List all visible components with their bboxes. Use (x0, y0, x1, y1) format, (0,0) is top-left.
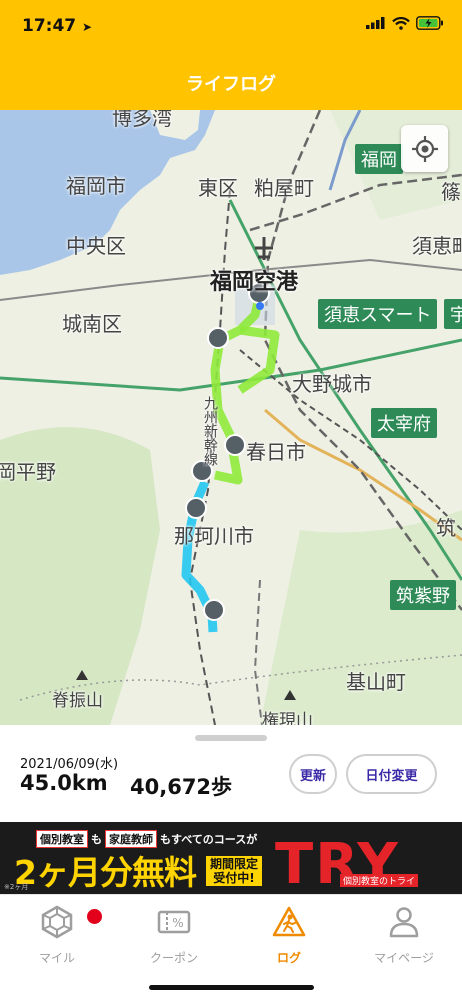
battery-charging-icon (416, 16, 443, 30)
route-marker (207, 327, 229, 349)
ad-main-text: 2ヶ月分無料 (14, 853, 197, 892)
tab-mile[interactable]: マイル (7, 905, 107, 966)
ad-footnote: ※2ヶ月 (4, 883, 29, 891)
map-label-sue: 須恵町 (412, 234, 462, 258)
log-summary-panel: 2021/06/09(水) 45.0km 40,672歩 更新 日付変更 (0, 725, 462, 822)
map-label-nakagawa: 那珂川市 (174, 524, 254, 548)
tab-coupon[interactable]: % クーポン (124, 905, 224, 966)
map-label-higashi-ku: 東区 (198, 176, 238, 200)
map-label-shinkansen: 九州新幹線 (202, 396, 218, 466)
page-title: ライフログ (186, 74, 276, 95)
map-label-chuo-ku: 中央区 (66, 234, 126, 258)
map-label-gongen: 権現山 (262, 711, 313, 725)
drag-handle[interactable] (195, 735, 267, 741)
map-label-harbor: 博多湾 (112, 110, 172, 130)
tab-label: マイル (38, 951, 75, 965)
map-label-airport: 福岡空港 (210, 270, 299, 295)
walker-icon (272, 906, 306, 937)
road-sign-fukuoka: 福岡 (355, 144, 403, 174)
person-icon (389, 907, 419, 938)
ad-limited-badge: 期間限定 受付中! (206, 856, 263, 886)
location-arrow-icon: ➤ (82, 20, 93, 34)
tab-label: クーポン (149, 951, 198, 965)
ad-headline-rest: もすべてのコースが (160, 833, 258, 846)
status-time: 17:47 ➤ (22, 16, 92, 36)
coupon-icon: % (157, 910, 191, 934)
road-sign-sue-smart: 須恵スマート (318, 299, 438, 329)
svg-text:%: % (172, 916, 183, 930)
ad-brand-caption: 個別教室のトライ (340, 874, 419, 887)
app-header: 17:47 ➤ ライフログ (0, 0, 462, 110)
map-label-fukuoka-city: 福岡市 (66, 174, 126, 198)
map-label-kasuya: 粕屋町 (254, 176, 314, 200)
tab-label: ログ (276, 951, 301, 965)
hexagon-icon (41, 905, 73, 939)
map-label-kasuga: 春日市 (246, 440, 306, 464)
ad-banner[interactable]: 個別教室 も 家庭教師 もすべてのコースが 2ヶ月分無料 期間限定 受付中! T… (0, 822, 462, 894)
home-indicator (149, 985, 314, 990)
ad-connector: も (91, 833, 102, 846)
map-label-onojo: 大野城市 (292, 372, 372, 396)
log-date: 2021/06/09(水) (20, 757, 119, 772)
map-label-sefurisan: 脊振山 (52, 691, 103, 711)
tab-mypage[interactable]: マイページ (354, 905, 454, 966)
tab-label: マイページ (374, 951, 434, 965)
change-date-button[interactable]: 日付変更 (346, 754, 437, 794)
route-marker (203, 599, 225, 621)
log-steps: 40,672歩 (130, 775, 233, 799)
notification-badge (87, 909, 102, 924)
status-indicators (366, 16, 444, 30)
crosshair-icon (411, 135, 438, 162)
map-view[interactable]: 博多湾 福岡市 東区 粕屋町 篠 中央区 須恵町 福岡空港 城南区 大野城市 春… (0, 110, 462, 725)
map-label-chiku: 筑 (436, 516, 456, 540)
map-label-jonan-ku: 城南区 (62, 312, 122, 336)
wifi-icon (392, 16, 410, 30)
signal-icon (366, 17, 385, 29)
map-label-sasaguri: 篠 (441, 180, 461, 204)
status-time-text: 17:47 (22, 16, 77, 36)
route-marker (185, 497, 207, 519)
log-distance: 45.0km (20, 771, 108, 795)
route-marker (224, 434, 246, 456)
current-location-button[interactable] (401, 125, 448, 172)
map-label-kizan: 基山町 (346, 670, 406, 694)
road-sign-u: 宇 (444, 299, 462, 329)
tab-log[interactable]: ログ (239, 905, 339, 966)
refresh-button[interactable]: 更新 (289, 754, 337, 794)
road-sign-dazaifu: 太宰府 (371, 408, 437, 438)
map-label-hiraoka: 岡平野 (0, 460, 56, 484)
road-sign-chikushino: 筑紫野 (390, 580, 456, 610)
